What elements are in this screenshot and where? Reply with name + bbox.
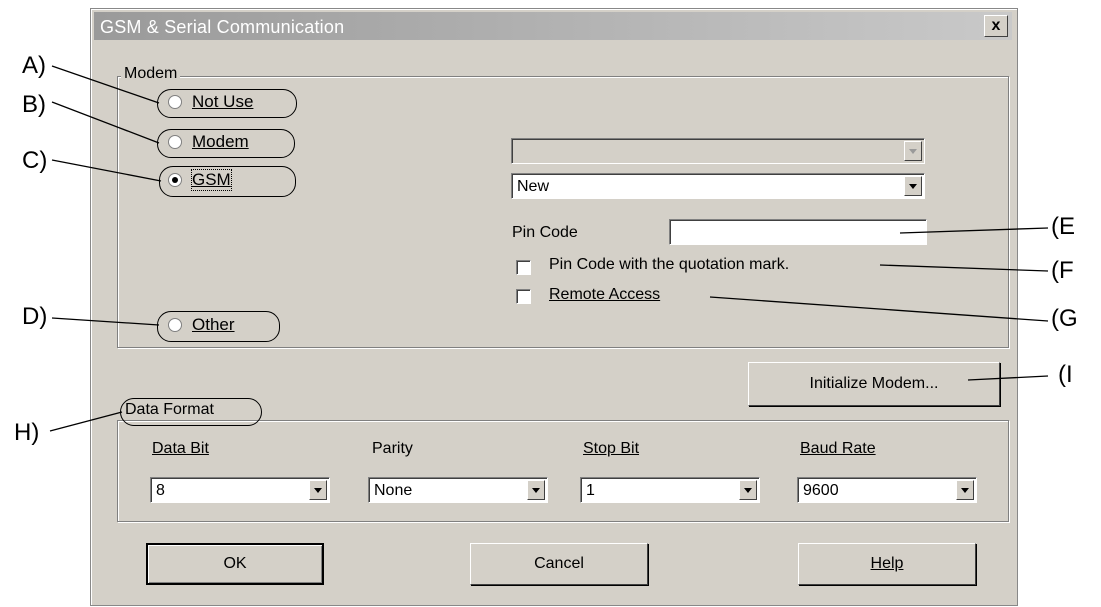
annotation-d: D) <box>22 303 48 330</box>
annotation-e: (E <box>1051 213 1075 240</box>
annotation-i: (I <box>1058 361 1073 388</box>
annotation-b: B) <box>22 91 46 118</box>
leader-i <box>967 375 1049 381</box>
leader-f <box>879 264 1049 272</box>
annotation-a: A) <box>22 52 46 79</box>
leader-g <box>709 296 1049 322</box>
leader-e <box>899 227 1049 234</box>
leader-d <box>51 317 160 326</box>
annotation-f: (F <box>1051 257 1074 284</box>
annotation-c: C) <box>22 147 48 174</box>
annotation-g: (G <box>1051 305 1078 332</box>
leader-a <box>51 65 160 104</box>
callout-lines <box>49 65 1049 432</box>
annotation-h: H) <box>14 419 40 446</box>
leader-h <box>49 411 123 432</box>
leader-c <box>51 159 162 182</box>
leader-b <box>51 101 160 144</box>
